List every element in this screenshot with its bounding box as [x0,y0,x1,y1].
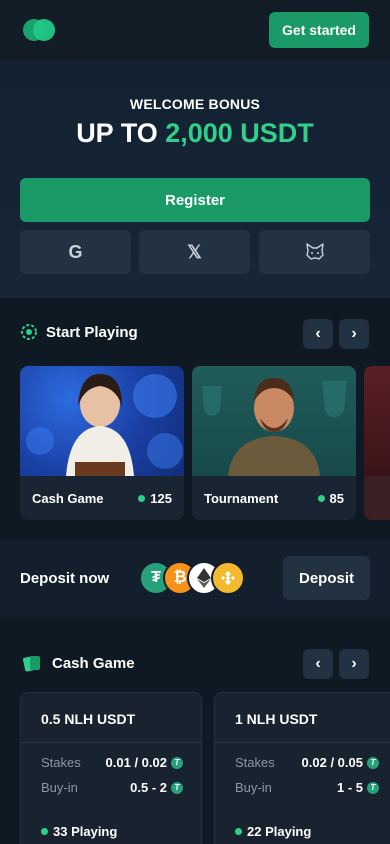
bnb-icon [211,561,245,595]
metamask-login-button[interactable] [259,230,370,274]
tournament-card[interactable]: Tournament 85 [192,366,356,520]
deposit-button[interactable]: Deposit [283,556,370,600]
start-playing-header: Start Playing [20,323,138,341]
deposit-now-label: Deposit now [20,570,110,587]
tether-icon: T [367,756,379,769]
tether-icon: T [171,781,183,794]
online-dot-icon [138,495,146,502]
x-login-button[interactable]: 𝕏 [139,230,250,274]
google-login-button[interactable]: G [20,230,131,274]
bonus-prefix: UP TO [76,118,166,148]
online-dot-icon [41,828,48,835]
tournament-player-count: 85 [317,491,344,506]
start-playing-prev-button[interactable]: ‹ [303,319,333,349]
cash-table-card[interactable]: 0.5 NLH USDT Stakes 0.01 / 0.02 T Buy-in … [20,692,202,844]
next-card-peek[interactable] [364,366,390,520]
cash-table-card[interactable]: 1 NLH USDT Stakes 0.02 / 0.05 T Buy-in 1 … [214,692,390,844]
buyin-row: Buy-in 0.5 - 2T [41,780,183,795]
deposit-strip: Deposit now ₮ ₿ Deposit [0,541,390,617]
welcome-bonus-hero: WELCOME BONUS UP TO 2,000 USDT Register … [0,62,390,298]
poker-chip-icon [21,324,37,340]
register-button[interactable]: Register [20,178,370,222]
cash-game-player-count: 125 [138,491,172,506]
cash-game-card-label: Cash Game [32,491,104,506]
cash-game-image [20,366,184,476]
stakes-row: Stakes 0.02 / 0.05 T [235,755,379,770]
online-dot-icon [235,828,242,835]
tether-icon: T [171,756,183,769]
online-dot-icon [317,495,325,502]
google-icon: G [68,241,83,262]
playing-count: 33 Playing [41,824,117,839]
cash-game-section-title: Cash Game [52,654,135,672]
cash-game-card[interactable]: Cash Game 125 [20,366,184,520]
cards-icon [23,656,40,672]
cash-game-next-button[interactable]: › [339,649,369,679]
metamask-icon [305,243,324,260]
get-started-button[interactable]: Get started [269,12,369,48]
start-playing-next-button[interactable]: › [339,319,369,349]
x-icon: 𝕏 [187,241,202,262]
logo[interactable] [23,19,55,41]
cash-game-prev-button[interactable]: ‹ [303,649,333,679]
bonus-amount-heading: UP TO 2,000 USDT [0,118,390,149]
bonus-amount: 2,000 USDT [165,118,314,148]
table-name: 1 NLH USDT [235,711,318,727]
buyin-row: Buy-in 1 - 5T [235,780,379,795]
start-playing-title: Start Playing [46,323,138,341]
playing-count: 22 Playing [235,824,311,839]
cash-game-header: Cash Game [22,653,135,673]
stakes-row: Stakes 0.01 / 0.02 T [41,755,183,770]
welcome-bonus-label: WELCOME BONUS [129,96,261,112]
tether-icon: T [367,781,379,794]
tournament-image [192,366,356,476]
top-bar: Get started [0,0,390,62]
tournament-card-label: Tournament [204,491,279,506]
table-name: 0.5 NLH USDT [41,711,136,727]
